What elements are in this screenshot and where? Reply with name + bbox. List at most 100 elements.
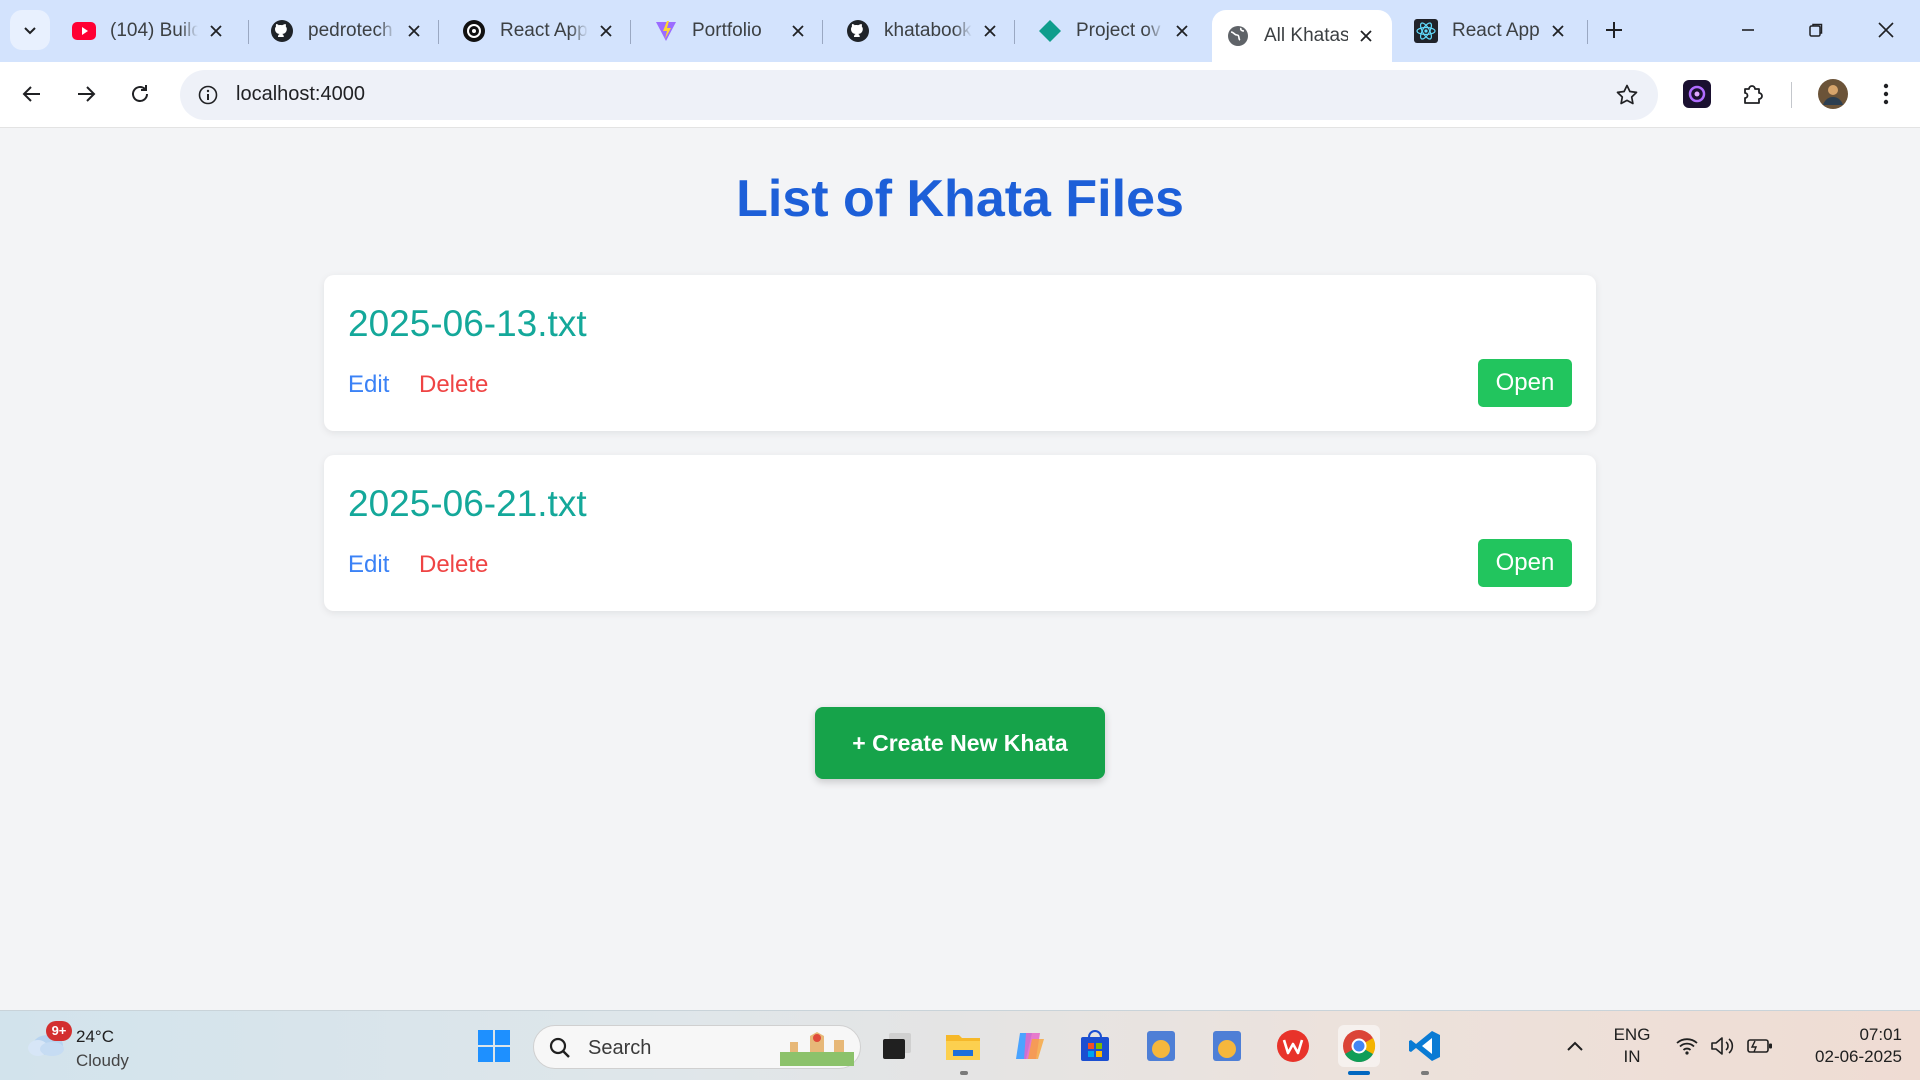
restore-button[interactable] — [1782, 0, 1850, 60]
tab-react-app-1[interactable]: React App — [448, 10, 632, 52]
wps-icon — [1277, 1030, 1309, 1062]
open-button[interactable]: Open — [1478, 359, 1572, 407]
tab-search-button[interactable] — [10, 10, 50, 50]
globe-icon — [1226, 24, 1250, 48]
file-explorer-button[interactable] — [942, 1025, 984, 1067]
clock-time: 07:01 — [1859, 1025, 1902, 1044]
wps-office-button[interactable] — [1272, 1025, 1314, 1067]
search-highlight-illustration — [780, 1032, 854, 1066]
youtube-icon — [72, 19, 96, 43]
close-icon[interactable] — [594, 19, 618, 43]
app-badge-icon — [1147, 1031, 1175, 1061]
bookmark-star-icon[interactable] — [1612, 80, 1642, 110]
language-indicator[interactable]: ENG IN — [1604, 1011, 1660, 1080]
pinned-app-1-button[interactable] — [1140, 1025, 1182, 1067]
taskbar-search-box[interactable]: Search — [533, 1025, 861, 1069]
plus-icon — [1606, 22, 1622, 38]
tab-title: React App — [1452, 20, 1540, 41]
running-indicator — [1348, 1071, 1370, 1075]
language-code: ENG — [1613, 1025, 1651, 1044]
tab-portfolio[interactable]: Portfolio — [640, 10, 824, 52]
edit-link[interactable]: Edit — [348, 551, 389, 579]
pinned-app-2-button[interactable] — [1206, 1025, 1248, 1067]
reload-button[interactable] — [120, 74, 160, 114]
taskbar: 9+ 24°C Cloudy Search ENG IN 07:01 02-06… — [0, 1010, 1920, 1080]
address-bar[interactable]: localhost:4000 — [180, 70, 1658, 120]
tab-divider — [1014, 20, 1015, 44]
tab-divider — [438, 20, 439, 44]
tab-title: Portfolio — [692, 20, 762, 41]
tab-divider — [822, 20, 823, 44]
start-button[interactable] — [473, 1025, 515, 1067]
vite-icon — [654, 19, 678, 43]
tab-title: pedrotech — [308, 20, 393, 41]
tab-title: React App — [500, 20, 588, 41]
menu-kebab-icon[interactable] — [1868, 76, 1904, 112]
search-icon — [549, 1037, 570, 1058]
page-content: List of Khata Files 2025-06-13.txt Edit … — [0, 129, 1920, 1010]
tab-project-overview[interactable]: Project ov — [1024, 10, 1208, 52]
close-icon[interactable] — [402, 19, 426, 43]
reload-icon — [132, 85, 148, 102]
close-icon[interactable] — [204, 19, 228, 43]
github-icon — [270, 19, 294, 43]
weather-widget[interactable]: 9+ 24°C Cloudy — [26, 1017, 156, 1073]
forward-button[interactable] — [66, 74, 106, 114]
clock[interactable]: 07:01 02-06-2025 — [1790, 1011, 1902, 1080]
close-icon[interactable] — [1546, 19, 1570, 43]
close-icon[interactable] — [978, 19, 1002, 43]
tab-divider — [630, 20, 631, 44]
close-icon[interactable] — [1354, 24, 1378, 48]
delete-link[interactable]: Delete — [419, 551, 488, 579]
tab-all-khatas[interactable]: All Khatas — [1212, 10, 1392, 62]
wifi-icon — [1676, 1038, 1698, 1055]
taskbar-search-placeholder: Search — [588, 1037, 652, 1059]
close-window-button[interactable] — [1852, 0, 1920, 60]
khata-card: 2025-06-21.txt Edit Delete Open — [324, 455, 1596, 611]
avatar[interactable] — [1815, 76, 1851, 112]
create-new-khata-button[interactable]: + Create New Khata — [815, 707, 1105, 779]
edit-link[interactable]: Edit — [348, 371, 389, 399]
windows-icon — [478, 1030, 510, 1062]
close-icon[interactable] — [1170, 19, 1194, 43]
restore-icon — [1809, 23, 1823, 37]
github-icon — [846, 19, 870, 43]
tab-youtube[interactable]: (104) Build — [58, 10, 242, 52]
url-text: localhost:4000 — [236, 83, 365, 105]
tab-title: All Khatas — [1264, 25, 1348, 46]
new-tab-button[interactable] — [1596, 12, 1632, 48]
back-button[interactable] — [12, 74, 52, 114]
vscode-button[interactable] — [1404, 1025, 1446, 1067]
running-indicator — [960, 1071, 968, 1075]
chrome-button[interactable] — [1338, 1025, 1380, 1067]
app-badge-icon — [1213, 1031, 1241, 1061]
store-icon — [1081, 1030, 1109, 1061]
wifi-button[interactable] — [1674, 1011, 1700, 1080]
extension-icon[interactable] — [1679, 76, 1715, 112]
volume-button[interactable] — [1710, 1011, 1736, 1080]
minimize-button[interactable] — [1714, 0, 1782, 60]
browser-toolbar: localhost:4000 — [0, 62, 1920, 128]
battery-button[interactable] — [1746, 1011, 1774, 1080]
site-info-icon[interactable] — [192, 79, 224, 111]
notification-badge: 9+ — [46, 1021, 72, 1041]
microsoft-store-button[interactable] — [1074, 1025, 1116, 1067]
tab-github-khatabook[interactable]: khatabook — [832, 10, 1016, 52]
open-button[interactable]: Open — [1478, 539, 1572, 587]
copilot-button[interactable] — [1008, 1025, 1050, 1067]
close-icon[interactable] — [786, 19, 810, 43]
delete-link[interactable]: Delete — [419, 371, 488, 399]
tab-github-pedrotech[interactable]: pedrotech — [256, 10, 440, 52]
running-indicator — [1421, 1071, 1429, 1075]
copilot-icon — [1016, 1033, 1044, 1059]
task-view-button[interactable] — [876, 1025, 918, 1067]
arrow-left-icon — [22, 86, 40, 102]
toolbar-divider — [1791, 82, 1792, 108]
tab-title: khatabook — [884, 20, 972, 41]
puzzle-icon[interactable] — [1735, 76, 1771, 112]
task-view-icon — [883, 1033, 911, 1059]
tab-strip: (104) Build pedrotech React App Portfoli… — [0, 0, 1920, 62]
tab-react-app-2[interactable]: React App — [1400, 10, 1584, 52]
battery-icon — [1747, 1039, 1772, 1053]
show-hidden-icons-button[interactable] — [1560, 1011, 1590, 1080]
